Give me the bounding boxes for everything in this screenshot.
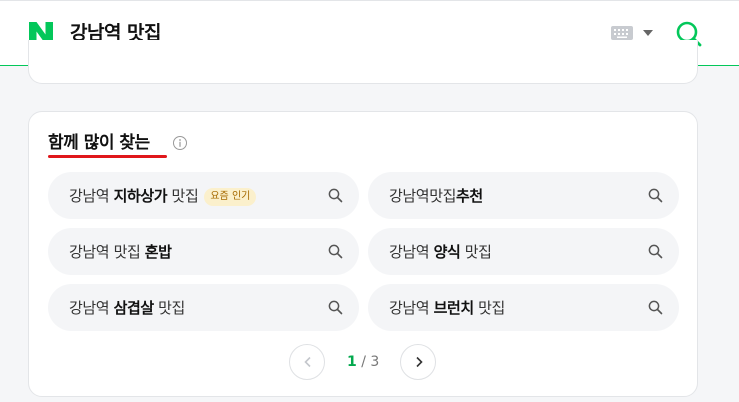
chip-label: 강남역 맛집 혼밥 <box>69 243 172 261</box>
search-icon <box>328 300 343 315</box>
search-icon <box>328 188 343 203</box>
chip-label: 강남역 양식 맛집 <box>389 243 492 261</box>
section-title: 함께 많이 찾는 <box>48 133 150 153</box>
title-underline <box>48 155 167 158</box>
keyboard-icon[interactable] <box>611 26 633 40</box>
search-icon <box>648 188 663 203</box>
related-search-chip[interactable]: 강남역 삼겹살 맛집 <box>48 284 359 331</box>
info-icon[interactable] <box>172 135 188 151</box>
total-pages: 3 <box>370 354 380 370</box>
trending-badge: 요즘 인기 <box>204 188 257 206</box>
related-search-chip[interactable]: 강남역 양식 맛집 <box>368 228 679 275</box>
search-icon <box>328 244 343 259</box>
chevron-right-icon <box>416 356 423 368</box>
chip-label: 강남역 브런치 맛집 <box>389 299 505 317</box>
related-searches-card: 함께 많이 찾는 강남역 지하상가 맛집 요즘 인기 강남역맛집추천 강남역 맛집… <box>28 111 698 397</box>
related-search-chip[interactable]: 강남역 브런치 맛집 <box>368 284 679 331</box>
page-indicator: 1 / 3 <box>347 352 379 372</box>
chevron-left-icon <box>304 356 311 368</box>
related-search-chip[interactable]: 강남역 지하상가 맛집 요즘 인기 <box>48 172 359 219</box>
related-search-chip[interactable]: 강남역맛집추천 <box>368 172 679 219</box>
chip-label: 강남역 삼겹살 맛집 <box>69 299 185 317</box>
chevron-down-icon[interactable] <box>643 30 653 36</box>
chip-label: 강남역 지하상가 맛집 요즘 인기 <box>69 185 257 207</box>
header-top-border <box>0 0 739 1</box>
search-icon <box>648 244 663 259</box>
next-page-button[interactable] <box>400 344 436 380</box>
related-search-chip[interactable]: 강남역 맛집 혼밥 <box>48 228 359 275</box>
page-separator: / <box>356 354 371 370</box>
prev-page-button[interactable] <box>289 344 325 380</box>
previous-section-card <box>28 40 698 84</box>
current-page: 1 <box>347 354 357 370</box>
chip-label: 강남역맛집추천 <box>389 187 483 205</box>
search-icon <box>648 300 663 315</box>
